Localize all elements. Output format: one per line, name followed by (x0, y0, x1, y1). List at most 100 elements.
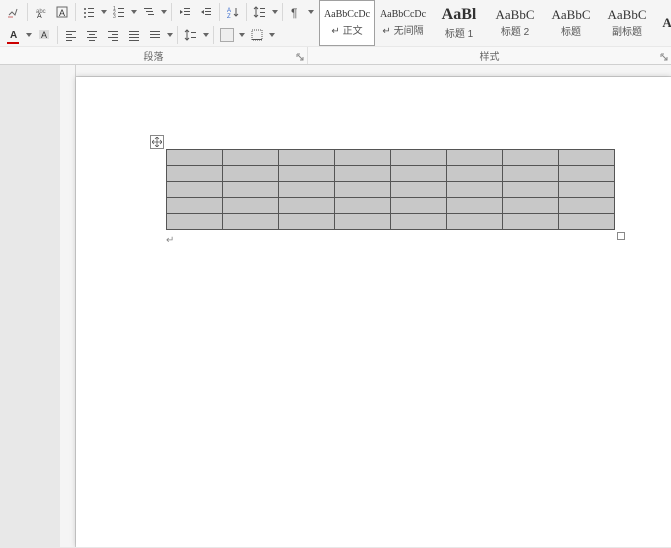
table-cell[interactable] (279, 150, 335, 166)
table-cell[interactable] (335, 198, 391, 214)
table-cell[interactable] (447, 182, 503, 198)
table-cell[interactable] (279, 182, 335, 198)
style-item-5[interactable]: AaBbC副标题 (599, 0, 655, 46)
style-item-3[interactable]: AaBbC标题 2 (487, 0, 543, 46)
table-cell[interactable] (223, 182, 279, 198)
style-item-6[interactable]: AaBbC (655, 0, 671, 46)
svg-text:A: A (10, 30, 17, 41)
svg-text:3: 3 (113, 14, 116, 19)
group-label-paragraph: 段落 (0, 47, 308, 64)
table-cell[interactable] (167, 198, 223, 214)
table-cell[interactable] (335, 214, 391, 230)
table-move-handle[interactable] (150, 135, 164, 149)
style-item-0[interactable]: AaBbCcDc↵ 正文 (319, 0, 375, 46)
align-center-icon[interactable] (82, 25, 102, 45)
bullets-dropdown[interactable] (100, 10, 108, 14)
char-shading-icon[interactable]: A (34, 25, 54, 45)
table-row[interactable] (167, 150, 615, 166)
table-cell[interactable] (223, 166, 279, 182)
clear-format-icon[interactable] (4, 2, 24, 22)
table-cell[interactable] (391, 182, 447, 198)
decrease-indent-icon[interactable] (175, 2, 195, 22)
table-cell[interactable] (335, 166, 391, 182)
numbering-dropdown[interactable] (130, 10, 138, 14)
multilevel-icon[interactable] (139, 2, 159, 22)
table-cell[interactable] (279, 198, 335, 214)
style-item-2[interactable]: AaBl标题 1 (431, 0, 487, 46)
table-cell[interactable] (503, 182, 559, 198)
table-cell[interactable] (447, 150, 503, 166)
table-row[interactable] (167, 214, 615, 230)
table-cell[interactable] (167, 150, 223, 166)
line-spacing-btn[interactable] (250, 2, 270, 22)
document-table[interactable] (166, 149, 615, 230)
borders-dropdown[interactable] (268, 33, 276, 37)
phonetic-icon[interactable]: abcA (31, 2, 51, 22)
table-cell[interactable] (503, 166, 559, 182)
multilevel-dropdown[interactable] (160, 10, 168, 14)
table-cell[interactable] (559, 150, 615, 166)
table-cell[interactable] (167, 182, 223, 198)
font-color-dropdown[interactable] (25, 33, 33, 37)
table-cell[interactable] (559, 182, 615, 198)
table-cell[interactable] (391, 214, 447, 230)
align-justify-icon[interactable] (124, 25, 144, 45)
table-resize-handle[interactable] (617, 232, 625, 240)
svg-text:A: A (41, 30, 47, 40)
style-item-1[interactable]: AaBbCcDc↵ 无间隔 (375, 0, 431, 46)
table-cell[interactable] (447, 214, 503, 230)
vertical-ruler[interactable] (60, 65, 76, 547)
table-cell[interactable] (335, 150, 391, 166)
shading-icon[interactable] (217, 25, 237, 45)
svg-text:A: A (59, 8, 65, 18)
increase-indent-icon[interactable] (196, 2, 216, 22)
horizontal-ruler[interactable] (76, 65, 671, 77)
table-cell[interactable] (447, 198, 503, 214)
show-marks-icon[interactable]: ¶ (286, 2, 306, 22)
line-spacing-dropdown[interactable] (271, 10, 279, 14)
table-cell[interactable] (503, 214, 559, 230)
paragraph-label-text: 段落 (144, 48, 164, 63)
line-spacing-icon[interactable] (181, 25, 201, 45)
svg-text:A: A (37, 13, 42, 19)
table-cell[interactable] (559, 166, 615, 182)
align-left-icon[interactable] (61, 25, 81, 45)
bullets-icon[interactable] (79, 2, 99, 22)
align-dropdown[interactable] (166, 33, 174, 37)
table-cell[interactable] (503, 198, 559, 214)
align-right-icon[interactable] (103, 25, 123, 45)
table-cell[interactable] (279, 214, 335, 230)
char-border-icon[interactable]: A (52, 2, 72, 22)
table-cell[interactable] (167, 214, 223, 230)
numbering-icon[interactable]: 123 (109, 2, 129, 22)
table-cell[interactable] (503, 150, 559, 166)
paragraph-dialog-launcher[interactable] (295, 52, 305, 62)
style-label: 标题 2 (501, 23, 529, 38)
document-page[interactable]: ↵ (76, 77, 671, 547)
table-cell[interactable] (447, 166, 503, 182)
table-cell[interactable] (223, 214, 279, 230)
table-cell[interactable] (223, 150, 279, 166)
table-row[interactable] (167, 198, 615, 214)
spacing-dropdown[interactable] (202, 33, 210, 37)
table-cell[interactable] (335, 182, 391, 198)
borders-icon[interactable] (247, 25, 267, 45)
table-cell[interactable] (223, 198, 279, 214)
table-cell[interactable] (559, 198, 615, 214)
table-cell[interactable] (391, 198, 447, 214)
styles-dialog-launcher[interactable] (659, 52, 669, 62)
shading-dropdown[interactable] (238, 33, 246, 37)
table-cell[interactable] (391, 166, 447, 182)
show-marks-dropdown[interactable] (307, 10, 315, 14)
table-cell[interactable] (167, 166, 223, 182)
table-row[interactable] (167, 182, 615, 198)
paragraph-mark: ↵ (166, 235, 174, 246)
font-color-icon[interactable]: A (4, 25, 24, 45)
sort-icon[interactable]: AZ (223, 2, 243, 22)
style-item-4[interactable]: AaBbC标题 (543, 0, 599, 46)
table-cell[interactable] (559, 214, 615, 230)
table-cell[interactable] (279, 166, 335, 182)
table-cell[interactable] (391, 150, 447, 166)
table-row[interactable] (167, 166, 615, 182)
align-distribute-icon[interactable] (145, 25, 165, 45)
